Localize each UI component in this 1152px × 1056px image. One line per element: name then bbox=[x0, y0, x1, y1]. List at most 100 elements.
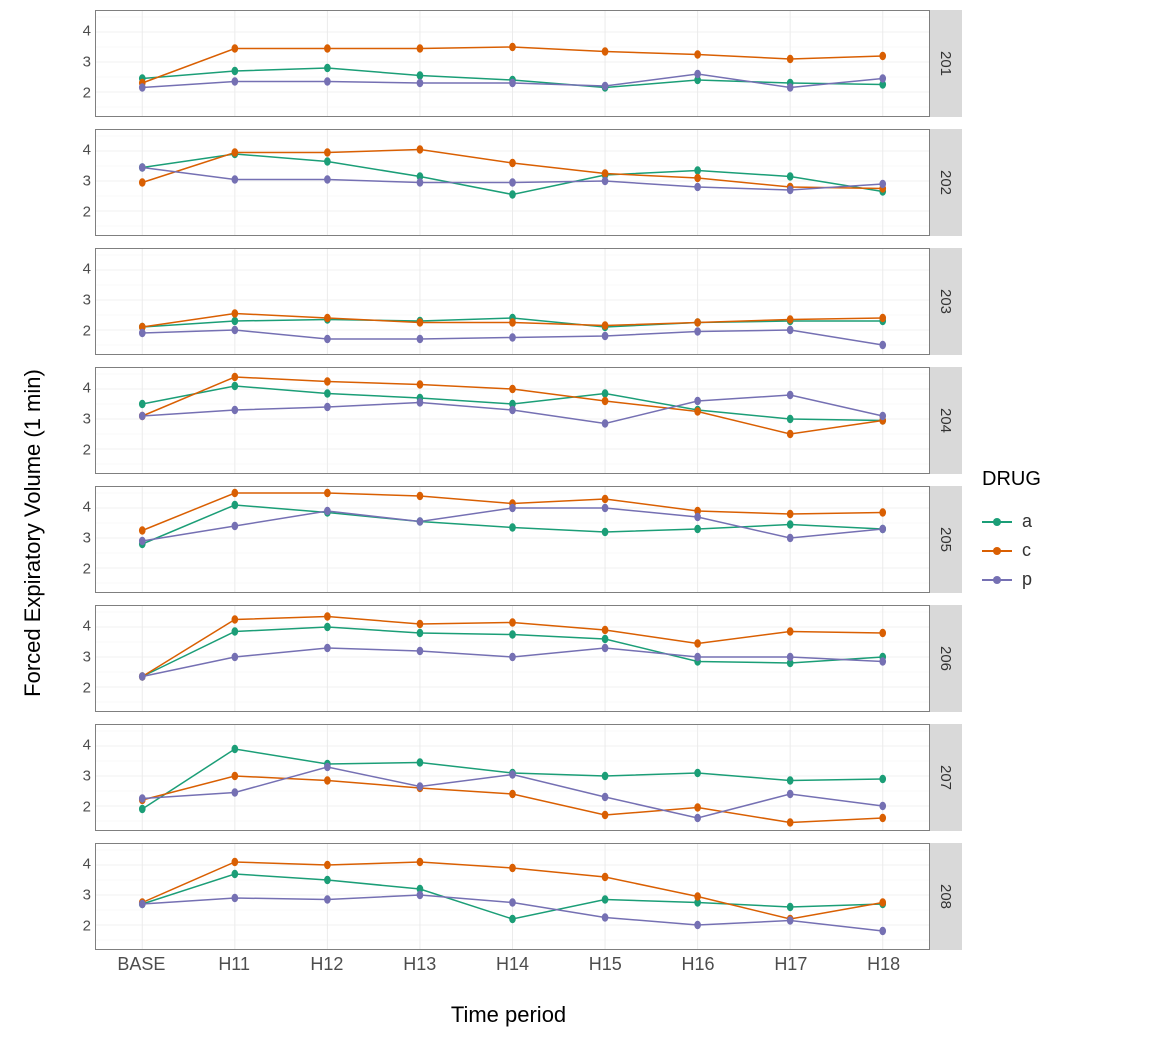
y-tick-column: 234 bbox=[55, 724, 95, 831]
data-point bbox=[417, 858, 424, 866]
y-tick-column: 234 bbox=[55, 10, 95, 117]
data-point bbox=[879, 180, 886, 188]
data-point bbox=[417, 145, 424, 153]
data-point bbox=[694, 513, 701, 521]
data-point bbox=[787, 627, 794, 635]
facet-row: 234205 bbox=[55, 486, 962, 593]
data-point bbox=[232, 326, 239, 334]
data-point bbox=[417, 178, 424, 186]
plot-area: Forced Expiratory Volume (1 min) 2 3 4 201 2… bbox=[10, 10, 1142, 1056]
legend-key-icon bbox=[982, 570, 1012, 590]
data-point bbox=[694, 814, 701, 822]
data-point bbox=[787, 391, 794, 399]
data-point bbox=[324, 861, 331, 869]
data-point bbox=[324, 644, 331, 652]
data-point bbox=[232, 317, 239, 325]
data-point bbox=[879, 629, 886, 637]
y-tick-column: 2 3 4 bbox=[55, 248, 95, 355]
data-point bbox=[232, 44, 239, 52]
data-point bbox=[417, 758, 424, 766]
data-point bbox=[139, 400, 146, 408]
facet-panel bbox=[95, 843, 930, 950]
x-tick-label: H16 bbox=[682, 954, 715, 975]
facet-strip: 202 bbox=[930, 129, 962, 236]
facet-strip: 201 bbox=[930, 10, 962, 117]
y-tick-label: 3 bbox=[83, 767, 91, 784]
data-point bbox=[879, 657, 886, 665]
data-point bbox=[324, 157, 331, 165]
data-point bbox=[324, 876, 331, 884]
x-tick-label: H17 bbox=[774, 954, 807, 975]
data-point bbox=[879, 508, 886, 516]
data-point bbox=[879, 74, 886, 82]
y-tick-label: 2 bbox=[83, 917, 91, 934]
data-point bbox=[602, 47, 609, 55]
facet-panel bbox=[95, 605, 930, 712]
data-point bbox=[787, 55, 794, 63]
data-point bbox=[787, 903, 794, 911]
facet-strip-label: 204 bbox=[938, 408, 955, 433]
data-point bbox=[324, 77, 331, 85]
data-point bbox=[417, 620, 424, 628]
facet-strip: 206 bbox=[930, 605, 962, 712]
data-point bbox=[232, 489, 239, 497]
x-tick-label: H12 bbox=[310, 954, 343, 975]
data-point bbox=[694, 407, 701, 415]
y-tick-label: 2 bbox=[83, 322, 91, 339]
data-point bbox=[139, 805, 146, 813]
y-tick-column: 234 bbox=[55, 367, 95, 474]
data-point bbox=[602, 169, 609, 177]
x-tick-label: H13 bbox=[403, 954, 436, 975]
facet-panel bbox=[95, 129, 930, 236]
data-point bbox=[787, 776, 794, 784]
data-point bbox=[324, 763, 331, 771]
facet-strip-label: 203 bbox=[938, 289, 955, 314]
data-point bbox=[139, 329, 146, 337]
y-tick-label: 4 bbox=[83, 261, 91, 278]
facet-row: 234206 bbox=[55, 605, 962, 712]
data-point bbox=[324, 44, 331, 52]
data-point bbox=[787, 534, 794, 542]
data-point bbox=[324, 314, 331, 322]
y-tick-label: 3 bbox=[83, 291, 91, 308]
data-point bbox=[232, 175, 239, 183]
data-point bbox=[879, 775, 886, 783]
data-point bbox=[694, 525, 701, 533]
facet-panel bbox=[95, 367, 930, 474]
data-point bbox=[324, 895, 331, 903]
data-point bbox=[879, 341, 886, 349]
y-axis-title-container: Forced Expiratory Volume (1 min) bbox=[10, 10, 55, 1056]
data-point bbox=[509, 178, 516, 186]
facet-panel bbox=[95, 486, 930, 593]
y-tick-label: 3 bbox=[83, 648, 91, 665]
data-point bbox=[602, 913, 609, 921]
facet-panel bbox=[95, 248, 930, 355]
data-point bbox=[232, 148, 239, 156]
data-point bbox=[694, 653, 701, 661]
x-axis-ticks: BASEH11H12H13H14H15H16H17H18 bbox=[95, 952, 930, 980]
x-tick-label: H14 bbox=[496, 954, 529, 975]
figure: Forced Expiratory Volume (1 min) 2 3 4 201 2… bbox=[0, 0, 1152, 1056]
data-point bbox=[787, 172, 794, 180]
facet-strip-label: 207 bbox=[938, 765, 955, 790]
data-point bbox=[324, 612, 331, 620]
data-point bbox=[232, 406, 239, 414]
facet-row: 234208 bbox=[55, 843, 962, 950]
data-point bbox=[787, 83, 794, 91]
data-point bbox=[417, 79, 424, 87]
data-point bbox=[232, 858, 239, 866]
data-point bbox=[602, 419, 609, 427]
data-point bbox=[232, 382, 239, 390]
facet-row: 234 207 bbox=[55, 724, 962, 831]
data-point bbox=[324, 335, 331, 343]
legend-item-c: c bbox=[982, 540, 1142, 561]
legend-key-icon bbox=[982, 512, 1012, 532]
data-point bbox=[879, 814, 886, 822]
legend-item-a: a bbox=[982, 511, 1142, 532]
data-point bbox=[509, 43, 516, 51]
data-point bbox=[509, 864, 516, 872]
data-point bbox=[602, 528, 609, 536]
y-tick-label: 2 bbox=[83, 84, 91, 101]
data-point bbox=[417, 380, 424, 388]
data-point bbox=[787, 790, 794, 798]
